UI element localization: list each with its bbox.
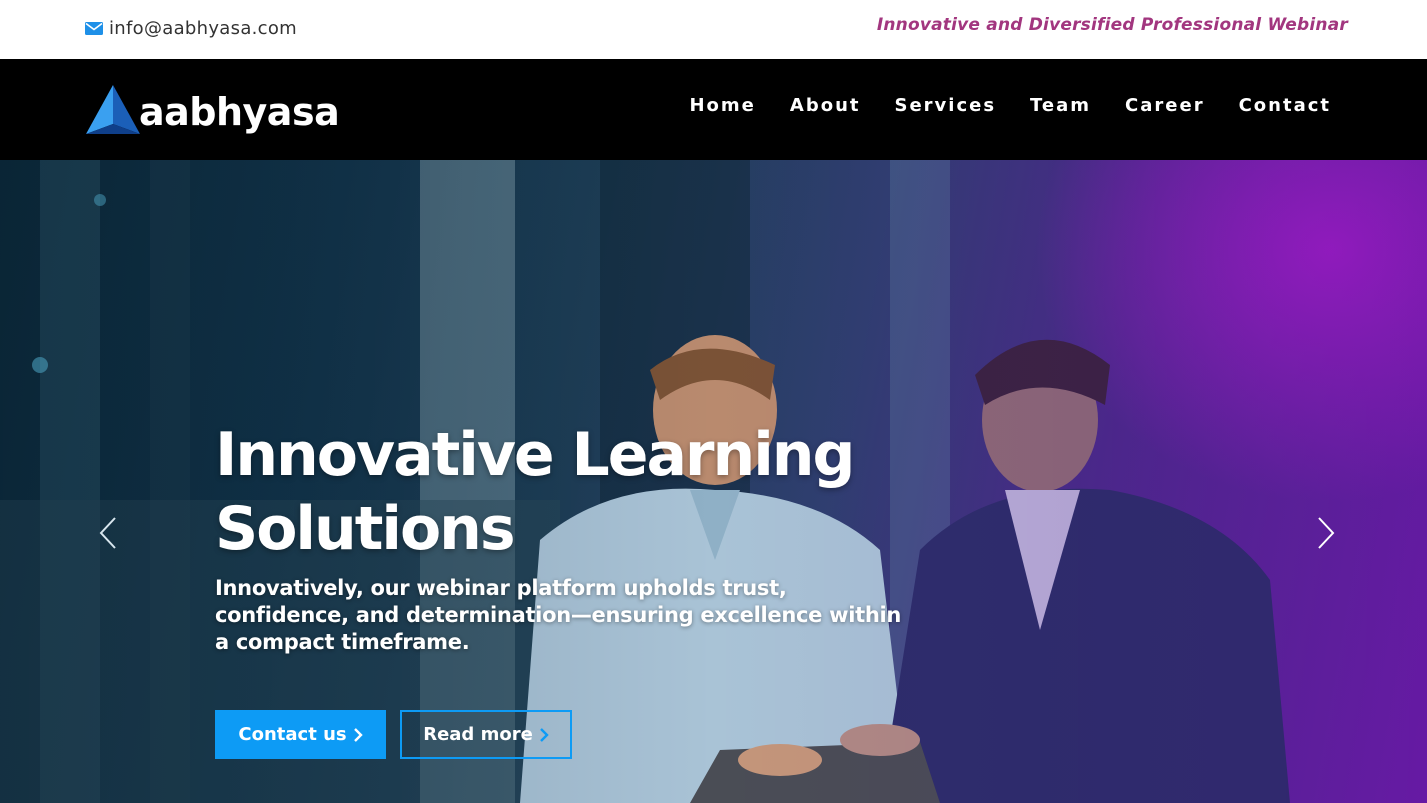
nav-item-team[interactable]: Team	[1030, 95, 1091, 116]
tagline: Innovative and Diversified Professional …	[876, 15, 1348, 35]
hero-title-line2: Solutions	[215, 494, 516, 564]
contact-us-button[interactable]: Contact us	[215, 710, 386, 759]
contact-email[interactable]: info@aabhyasa.com	[85, 16, 297, 40]
top-bar: info@aabhyasa.com Innovative and Diversi…	[0, 0, 1427, 59]
nav-item-about[interactable]: About	[790, 95, 861, 116]
chevron-right-icon	[539, 727, 549, 742]
nav-item-contact[interactable]: Contact	[1239, 95, 1331, 116]
chevron-right-icon[interactable]	[1315, 515, 1337, 551]
hero-title: Innovative Learning Solutions	[215, 418, 915, 566]
read-more-label: Read more	[423, 724, 533, 745]
nav-item-home[interactable]: Home	[689, 95, 755, 116]
chevron-left-icon[interactable]	[97, 515, 119, 551]
main-navbar: aabhyasa Home About Services Team Career…	[0, 59, 1427, 160]
hero-slider: Innovative Learning Solutions Innovative…	[0, 160, 1427, 803]
brand-name: aabhyasa	[139, 90, 340, 134]
read-more-button[interactable]: Read more	[400, 710, 572, 759]
nav-item-career[interactable]: Career	[1125, 95, 1205, 116]
contact-us-label: Contact us	[238, 724, 347, 745]
hero-subtitle: Innovatively, our webinar platform uphol…	[215, 576, 902, 654]
triangle-logo-icon	[86, 85, 140, 134]
brand-logo[interactable]: aabhyasa	[85, 83, 340, 137]
primary-nav: Home About Services Team Career Contact	[655, 95, 1331, 116]
chevron-right-icon	[353, 727, 363, 742]
envelope-icon	[85, 21, 103, 35]
hero-title-line1: Innovative Learning	[215, 420, 855, 490]
email-text: info@aabhyasa.com	[109, 17, 298, 39]
nav-item-services[interactable]: Services	[895, 95, 997, 116]
